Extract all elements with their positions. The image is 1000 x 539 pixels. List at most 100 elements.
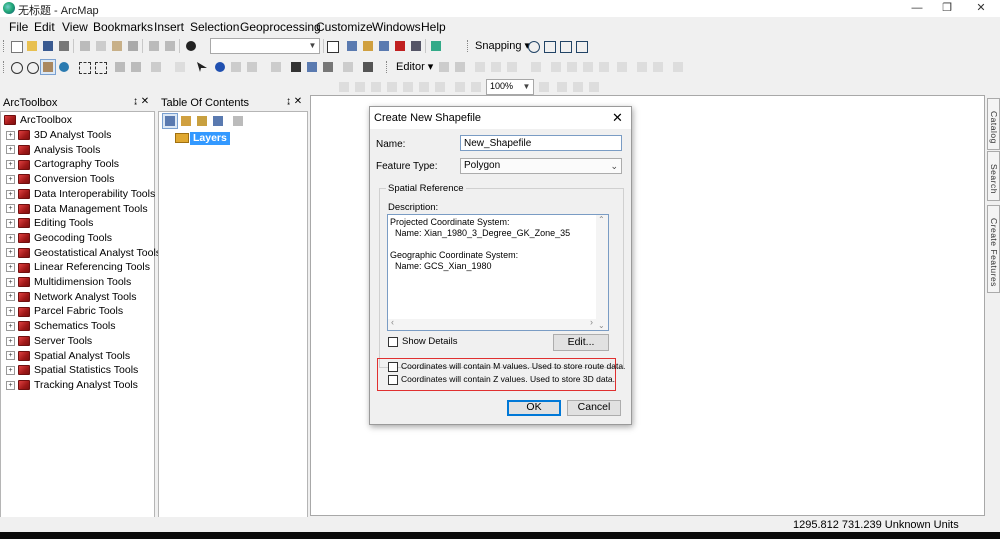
go-to-xy-icon[interactable]	[320, 59, 336, 75]
redo-icon[interactable]	[162, 38, 178, 54]
cut-icon[interactable]	[77, 38, 93, 54]
expand-icon[interactable]: +	[6, 336, 15, 346]
vertical-scrollbar[interactable]: ⌃ ⌄	[596, 215, 608, 330]
vertex-snapping-icon[interactable]	[557, 38, 573, 54]
copy-icon[interactable]	[93, 38, 109, 54]
identify-icon[interactable]	[212, 59, 228, 75]
create-features-tab[interactable]: Create Features	[987, 205, 1000, 293]
fixed-zoom-in-icon[interactable]	[76, 59, 92, 75]
scroll-left-icon[interactable]: ‹	[391, 317, 394, 327]
reshape-icon[interactable]	[548, 59, 564, 75]
create-features-icon[interactable]	[650, 59, 666, 75]
python-window-icon[interactable]	[408, 38, 424, 54]
scroll-down-icon[interactable]: ⌄	[598, 321, 605, 330]
catalog-tab[interactable]: Catalog	[987, 98, 1000, 150]
scroll-right-icon[interactable]: ›	[590, 317, 593, 327]
edit-tool-icon[interactable]	[436, 59, 452, 75]
delete-icon[interactable]	[125, 38, 141, 54]
trace-icon[interactable]	[504, 59, 520, 75]
toolbox-item[interactable]: + Parcel Fabric Tools	[6, 304, 123, 318]
edit-annotation-icon[interactable]	[452, 59, 468, 75]
expand-icon[interactable]: +	[6, 218, 15, 228]
list-by-source-icon[interactable]	[178, 113, 194, 129]
new-document-icon[interactable]	[8, 38, 24, 54]
find-route-icon[interactable]	[304, 59, 320, 75]
editor-dropdown[interactable]: Editor ▾	[396, 60, 433, 73]
search-window-icon[interactable]	[376, 38, 392, 54]
pan-icon[interactable]	[40, 59, 56, 75]
expand-icon[interactable]: +	[6, 233, 15, 243]
previous-extent-icon[interactable]	[452, 79, 468, 95]
select-by-rectangle-icon[interactable]	[148, 59, 164, 75]
toolbox-item[interactable]: + Data Management Tools	[6, 202, 148, 216]
toolbox-item[interactable]: + Cartography Tools	[6, 157, 119, 171]
hyperlink-icon[interactable]	[228, 59, 244, 75]
close-window-button[interactable]: ✕	[974, 1, 988, 15]
menu-bookmarks[interactable]: Bookmarks	[93, 20, 153, 34]
expand-icon[interactable]: +	[6, 307, 15, 317]
go-forward-icon[interactable]	[128, 59, 144, 75]
cut-polygon-icon[interactable]	[564, 59, 580, 75]
select-elements-icon[interactable]	[194, 59, 210, 75]
toolbox-item[interactable]: + Tracking Analyst Tools	[6, 378, 138, 392]
zoom-percent-combo[interactable]: 100% ▼	[486, 79, 534, 95]
full-extent-icon[interactable]	[56, 59, 72, 75]
create-viewer-window-icon[interactable]	[360, 59, 376, 75]
menu-geoprocessing[interactable]: Geoprocessing	[240, 20, 321, 34]
toolbar-grip[interactable]	[467, 40, 471, 52]
list-by-selection-icon[interactable]	[210, 113, 226, 129]
expand-icon[interactable]: +	[6, 204, 15, 214]
open-folder-icon[interactable]	[24, 38, 40, 54]
zoom-whole-page-icon[interactable]	[384, 79, 400, 95]
time-slider-icon[interactable]	[340, 59, 356, 75]
add-data-icon[interactable]	[183, 38, 199, 54]
menu-edit[interactable]: Edit	[34, 20, 55, 34]
next-extent-icon[interactable]	[468, 79, 484, 95]
cancel-button[interactable]: Cancel	[567, 400, 621, 416]
expand-icon[interactable]: +	[6, 351, 15, 361]
menu-file[interactable]: File	[9, 20, 28, 34]
zoom-in-icon[interactable]	[8, 59, 24, 75]
expand-icon[interactable]: +	[6, 160, 15, 170]
layout-zoom-in-icon[interactable]	[336, 79, 352, 95]
toc-pin-close[interactable]: ↨ ✕	[286, 96, 302, 107]
zoom-out-icon[interactable]	[24, 59, 40, 75]
toolbox-item[interactable]: + Schematics Tools	[6, 319, 116, 333]
zoom-100-icon[interactable]	[400, 79, 416, 95]
feature-type-select[interactable]: Polygon ⌄	[460, 158, 622, 174]
rotate-icon[interactable]	[596, 59, 612, 75]
dialog-close-icon[interactable]: ✕	[612, 110, 623, 126]
fixed-zoom-in-layout-icon[interactable]	[416, 79, 432, 95]
description-textbox[interactable]: Projected Coordinate System: Name: Xian_…	[387, 214, 609, 331]
restore-button[interactable]: ❐	[940, 1, 954, 15]
clear-selection-icon[interactable]	[172, 59, 188, 75]
list-by-visibility-icon[interactable]	[194, 113, 210, 129]
model-builder-icon[interactable]	[428, 38, 444, 54]
toolbox-item[interactable]: + Geostatistical Analyst Tools	[6, 246, 161, 260]
menu-help[interactable]: Help	[421, 20, 446, 34]
toolbar-grip[interactable]	[3, 61, 7, 73]
undo-icon[interactable]	[146, 38, 162, 54]
fixed-zoom-out-icon[interactable]	[92, 59, 108, 75]
toolbox-item[interactable]: + Multidimension Tools	[6, 275, 131, 289]
expand-icon[interactable]: +	[6, 130, 15, 140]
z-values-checkbox[interactable]	[388, 375, 398, 385]
layout-pan-icon[interactable]	[368, 79, 384, 95]
split-icon[interactable]	[580, 59, 596, 75]
end-point-arc-icon[interactable]	[488, 59, 504, 75]
find-icon[interactable]	[288, 59, 304, 75]
list-by-drawing-order-icon[interactable]	[162, 113, 178, 129]
attributes-icon[interactable]	[614, 59, 630, 75]
layout-zoom-out-icon[interactable]	[352, 79, 368, 95]
menu-customize[interactable]: Customize	[316, 20, 373, 34]
toolbox-root[interactable]: ArcToolbox	[4, 113, 72, 127]
minimize-button[interactable]: —	[910, 1, 924, 15]
expand-icon[interactable]: +	[6, 321, 15, 331]
edge-snapping-icon[interactable]	[573, 38, 589, 54]
toolbox-item[interactable]: +3D Analyst Tools	[6, 128, 111, 142]
arctoolbox-pin-close[interactable]: ↨ ✕	[133, 96, 149, 107]
menu-windows[interactable]: Windows	[372, 20, 421, 34]
point-snapping-icon[interactable]	[525, 38, 541, 54]
change-layout-icon[interactable]	[570, 79, 586, 95]
m-values-checkbox[interactable]	[388, 362, 398, 372]
